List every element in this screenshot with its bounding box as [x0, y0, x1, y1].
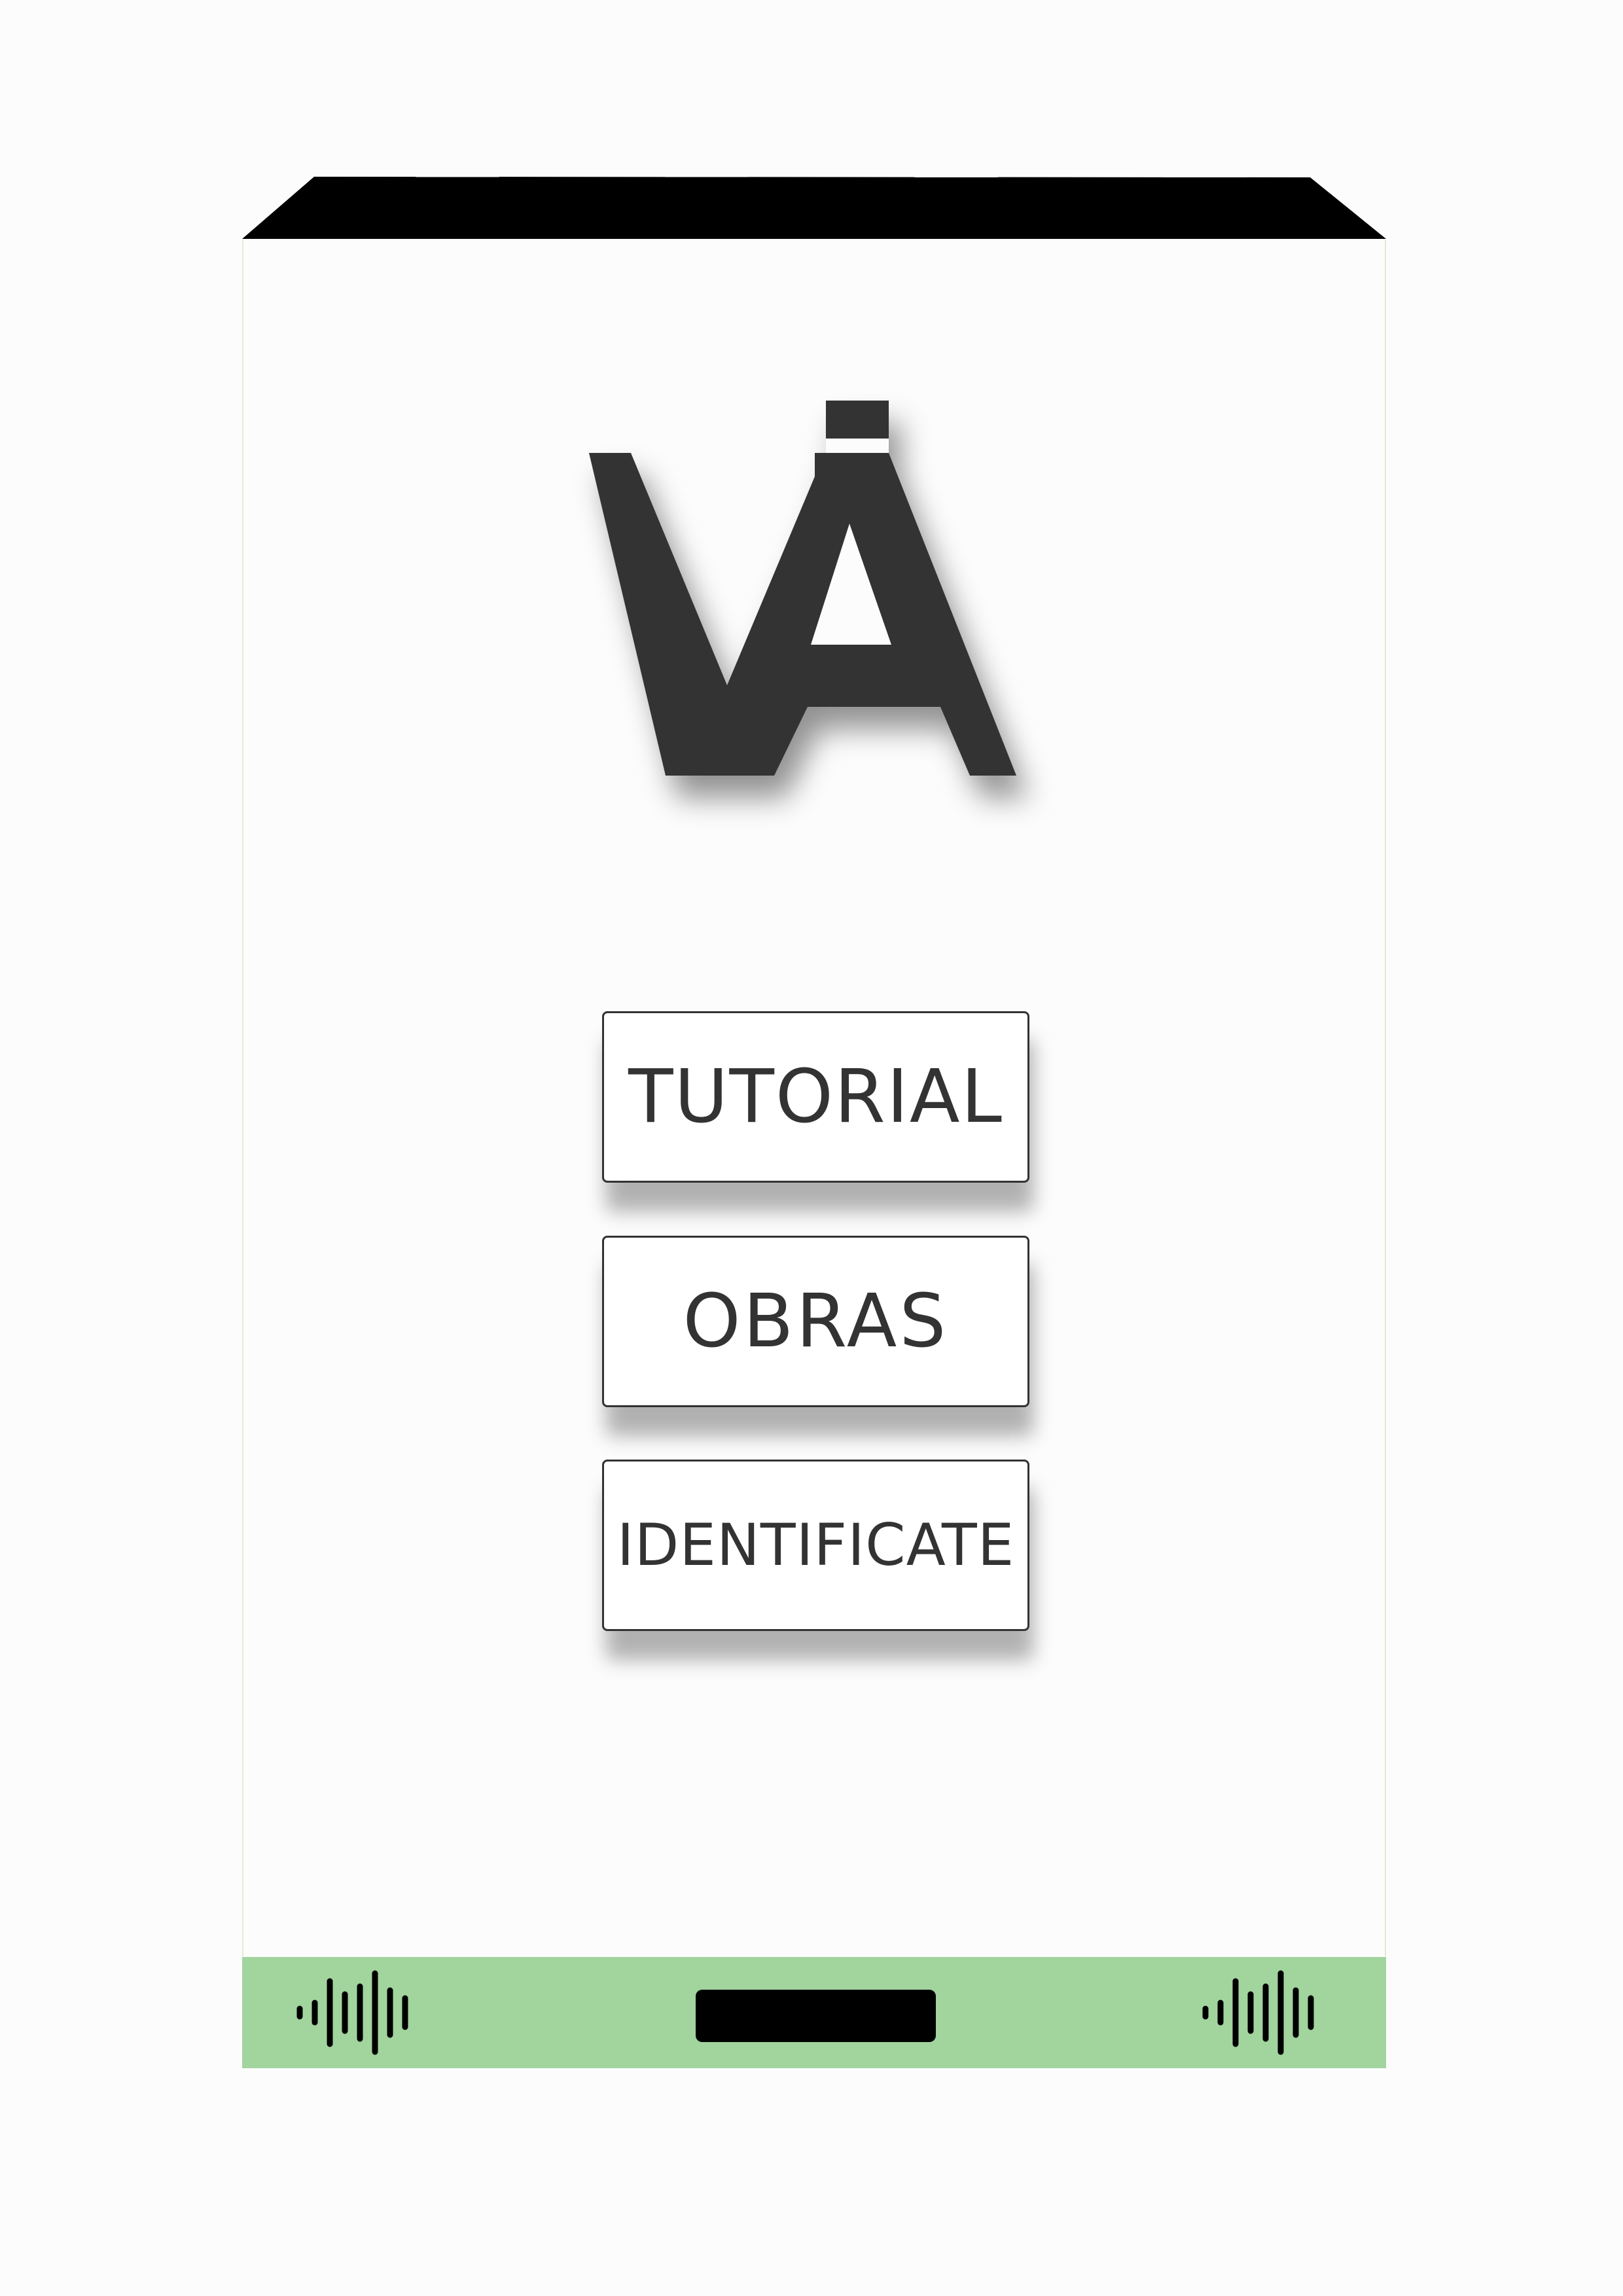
obras-button-label: OBRAS	[683, 1279, 949, 1364]
bottom-navigation-bar	[242, 1957, 1386, 2068]
identificate-button-label: IDENTIFICATE	[616, 1511, 1015, 1579]
audio-waveform-icon[interactable]	[292, 1964, 429, 2062]
va-logo-icon	[589, 401, 1016, 776]
obras-button[interactable]: OBRAS	[602, 1236, 1029, 1407]
audio-waveform-icon[interactable]	[1198, 1964, 1335, 2062]
tutorial-button-label: TUTORIAL	[628, 1054, 1003, 1139]
identificate-button[interactable]: IDENTIFICATE	[602, 1460, 1029, 1631]
home-bar-button[interactable]	[696, 1990, 936, 2042]
tutorial-button[interactable]: TUTORIAL	[602, 1011, 1029, 1183]
